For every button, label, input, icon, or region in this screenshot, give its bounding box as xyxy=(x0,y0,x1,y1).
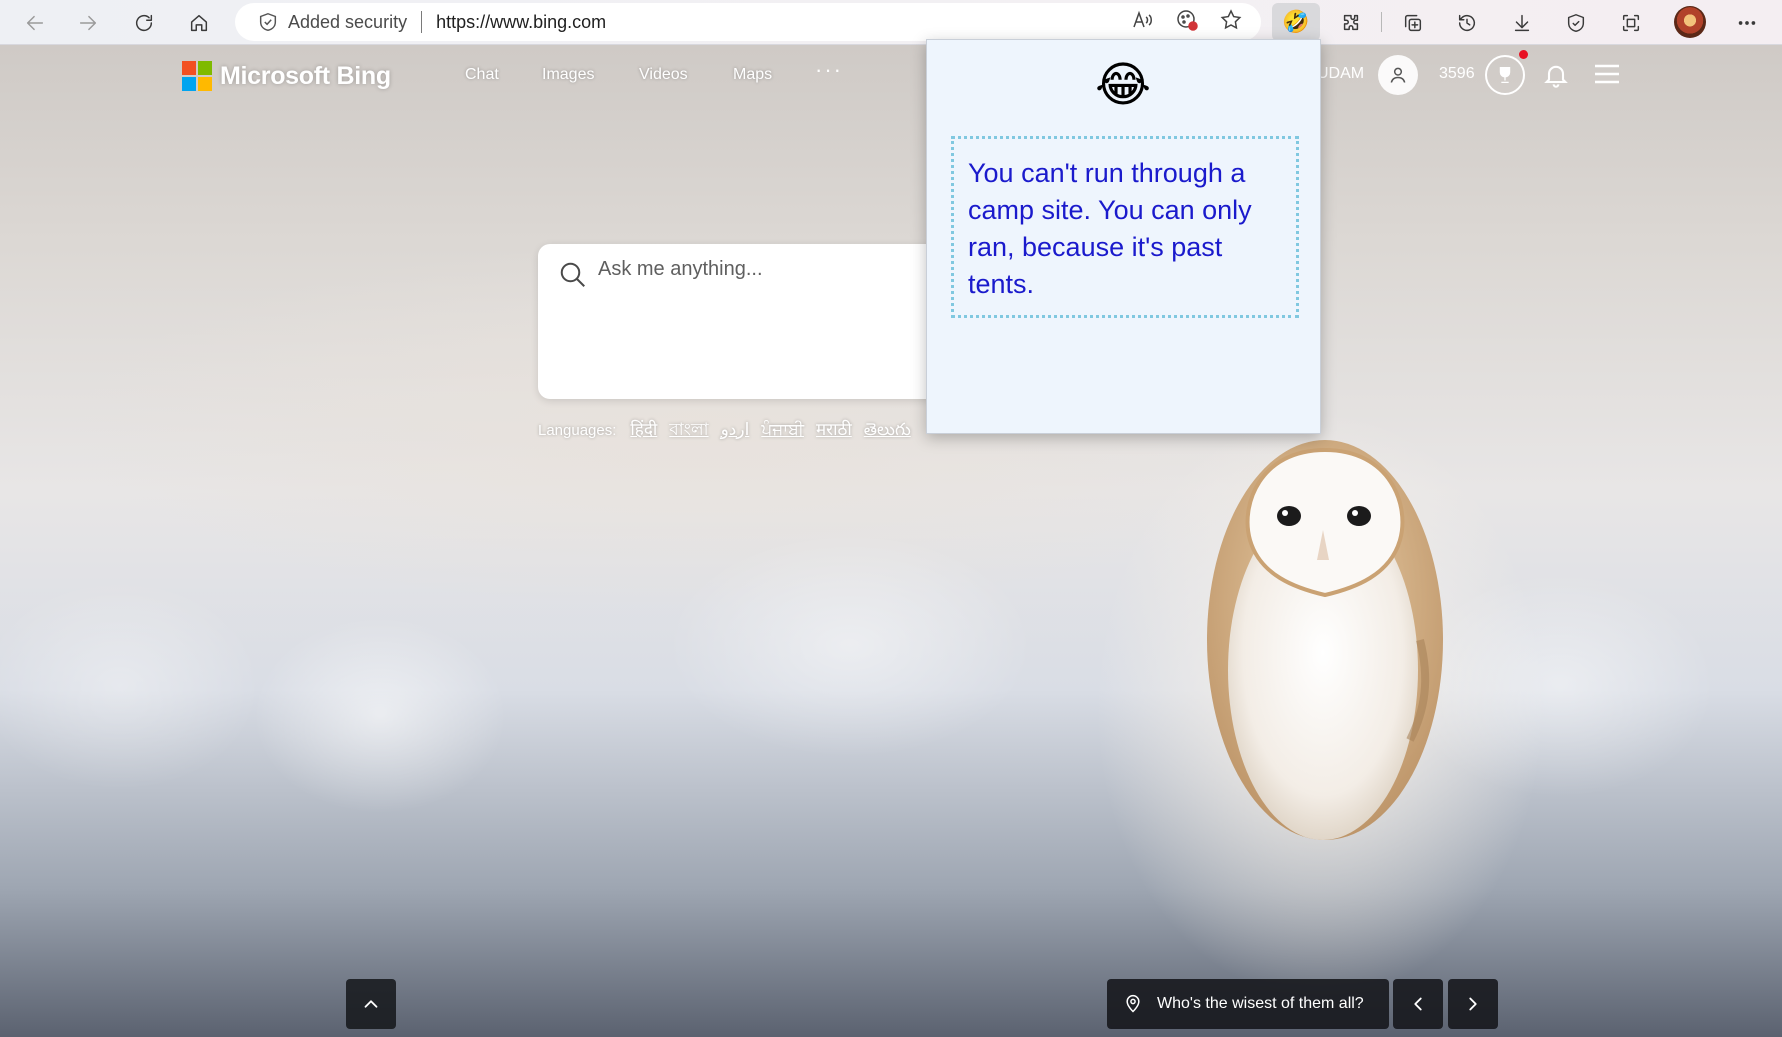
browser-toolbar: Added security https://www.bing.com 🤣 xyxy=(0,0,1782,45)
security-label[interactable]: Added security xyxy=(288,12,407,33)
bell-icon[interactable] xyxy=(1542,61,1570,89)
chevron-left-icon xyxy=(1414,997,1422,1011)
background-owl-image xyxy=(1207,440,1443,840)
home-icon xyxy=(190,14,208,32)
forward-button[interactable] xyxy=(71,6,105,40)
ellipsis-icon xyxy=(1738,21,1756,25)
rewards-button[interactable] xyxy=(1485,55,1525,95)
download-icon xyxy=(1514,14,1530,32)
microsoft-logo-icon xyxy=(182,61,212,91)
screenshot-button[interactable] xyxy=(1614,6,1648,40)
shield-icon xyxy=(259,12,277,32)
bing-homepage: Microsoft Bing Chat Images Videos Maps ·… xyxy=(0,45,1782,1037)
language-urdu[interactable]: اردو xyxy=(721,420,750,440)
collections-button[interactable] xyxy=(1396,6,1430,40)
bing-logo[interactable]: Microsoft Bing xyxy=(182,61,391,91)
search-box[interactable] xyxy=(538,244,938,399)
joke-text: You can't run through a camp site. You c… xyxy=(951,136,1299,318)
languages-label: Languages: xyxy=(538,422,617,439)
languages-bar: Languages: हिंदी বাংলা اردو ਪੰਜਾਬੀ मराठी… xyxy=(538,417,923,445)
hamburger-menu-icon[interactable] xyxy=(1593,62,1621,86)
chevron-up-icon xyxy=(364,1000,378,1008)
address-divider xyxy=(421,11,423,33)
history-icon xyxy=(1458,14,1476,32)
language-telugu[interactable]: తెలుగు xyxy=(864,420,911,444)
address-bar[interactable]: Added security https://www.bing.com xyxy=(235,3,1261,41)
scroll-up-button[interactable] xyxy=(346,979,396,1029)
person-icon xyxy=(1390,67,1406,83)
heart-shield-icon xyxy=(1567,14,1585,32)
image-caption-button[interactable]: Who's the wisest of them all? xyxy=(1107,979,1389,1029)
collections-icon xyxy=(1404,14,1422,32)
user-name[interactable]: UDAM xyxy=(1317,65,1364,83)
favorite-star-icon[interactable] xyxy=(1219,8,1243,32)
language-hindi[interactable]: हिंदी xyxy=(630,417,657,440)
refresh-icon xyxy=(135,14,153,32)
extensions-button[interactable] xyxy=(1334,6,1368,40)
previous-image-button[interactable] xyxy=(1393,979,1443,1029)
nav-chat[interactable]: Chat xyxy=(465,66,499,84)
joke-extension-icon: 🤣 xyxy=(1282,9,1310,34)
language-punjabi[interactable]: ਪੰਜਾਬੀ xyxy=(761,420,804,440)
browser-essentials-button[interactable] xyxy=(1559,6,1593,40)
nav-maps[interactable]: Maps xyxy=(733,66,772,84)
downloads-button[interactable] xyxy=(1505,6,1539,40)
nav-images[interactable]: Images xyxy=(542,66,594,84)
user-avatar-button[interactable] xyxy=(1378,55,1418,95)
arrow-right-icon xyxy=(79,15,97,31)
trophy-icon xyxy=(1499,67,1511,83)
puzzle-icon xyxy=(1343,14,1359,31)
image-caption-text: Who's the wisest of them all? xyxy=(1157,995,1364,1012)
back-button[interactable] xyxy=(18,6,52,40)
language-marathi[interactable]: मराठी xyxy=(816,417,852,440)
read-aloud-icon[interactable] xyxy=(1131,8,1155,32)
history-button[interactable] xyxy=(1450,6,1484,40)
joke-extension-popup: 😂 You can't run through a camp site. You… xyxy=(926,39,1321,434)
joke-extension-button[interactable]: 🤣 xyxy=(1272,3,1320,41)
nav-more-button[interactable]: ··· xyxy=(815,57,843,83)
rewards-points[interactable]: 3596 xyxy=(1439,65,1475,83)
laughing-emoji-icon: 😂 xyxy=(1095,59,1152,112)
language-bangla[interactable]: বাংলা xyxy=(669,417,708,445)
home-button[interactable] xyxy=(182,6,216,40)
next-image-button[interactable] xyxy=(1448,979,1498,1029)
brand-name: Microsoft Bing xyxy=(220,61,391,90)
screenshot-icon xyxy=(1622,14,1640,32)
search-input[interactable] xyxy=(598,258,918,281)
url-text[interactable]: https://www.bing.com xyxy=(436,12,606,33)
nav-videos[interactable]: Videos xyxy=(639,66,688,84)
settings-more-button[interactable] xyxy=(1730,6,1764,40)
chevron-right-icon xyxy=(1469,997,1477,1011)
tracking-prevention-icon[interactable] xyxy=(1175,8,1199,32)
refresh-button[interactable] xyxy=(127,6,161,40)
rewards-notification-dot xyxy=(1519,50,1528,59)
arrow-left-icon xyxy=(26,15,44,31)
search-icon xyxy=(560,262,585,287)
toolbar-separator xyxy=(1381,12,1382,32)
background-image-frost xyxy=(0,465,1782,885)
profile-avatar[interactable] xyxy=(1674,6,1706,38)
location-pin-icon xyxy=(1126,994,1140,1013)
